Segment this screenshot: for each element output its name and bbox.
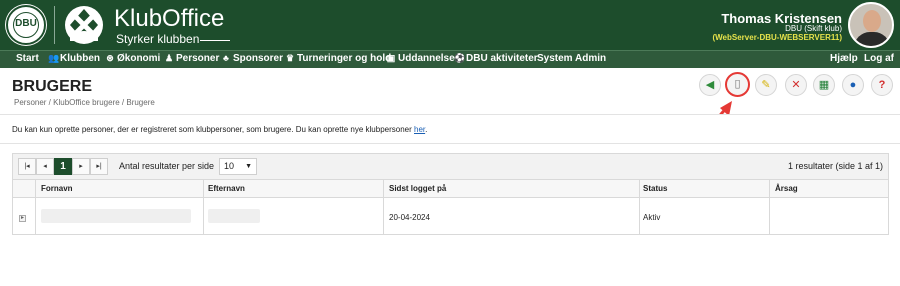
info-tail: . xyxy=(425,125,428,134)
nav-start[interactable]: Start xyxy=(16,53,39,64)
excel-export-button[interactable]: ▦ xyxy=(813,74,835,96)
new-user-button[interactable]: ▯ xyxy=(725,72,750,97)
brand-subtitle: Styrker klubben xyxy=(116,32,200,46)
edit-icon: ✎ xyxy=(761,79,771,91)
nav-label: Klubben xyxy=(60,53,100,64)
chevron-down-icon: ▼ xyxy=(245,163,252,170)
help-button[interactable]: ● xyxy=(842,74,864,96)
nav-logout[interactable]: Log af xyxy=(864,53,894,64)
nav-okonomi[interactable]: ⊛ Økonomi xyxy=(105,53,160,64)
seal-text: DBU xyxy=(15,18,37,29)
col-fornavn[interactable]: Fornavn xyxy=(41,184,73,193)
avatar-body xyxy=(854,32,890,46)
nav-sponsorer[interactable]: ♣ Sponsorer xyxy=(221,53,283,64)
info-link[interactable]: her xyxy=(414,125,425,134)
col-aarsag[interactable]: Årsag xyxy=(775,184,798,193)
delete-button[interactable]: ✕ xyxy=(785,74,807,96)
col-sidst-logget[interactable]: Sidst logget på xyxy=(389,184,446,193)
cell-status: Aktiv xyxy=(643,213,661,222)
breadcrumb[interactable]: Personer / KlubOffice brugere / Brugere xyxy=(14,98,155,107)
nav-uddannelse[interactable]: ▣ Uddannelse xyxy=(386,53,455,64)
first-page-button[interactable]: |◂ xyxy=(18,158,36,175)
ball-icon: ⚽ xyxy=(454,53,466,63)
nav-label: Økonomi xyxy=(117,53,161,64)
person-icon: ♟ xyxy=(164,53,174,63)
users-grid: |◂ ◂ 1 ▸ ▸| Antal resultater per side 10… xyxy=(12,153,889,235)
app-header: DBU KlubOffice Styrker klubben Thomas Kr… xyxy=(0,0,900,50)
nav-klubben[interactable]: 👥Klubben xyxy=(48,53,100,64)
trophy-icon: ♛ xyxy=(285,53,295,63)
nav-label: Start xyxy=(16,53,39,64)
nav-label: Personer xyxy=(176,53,220,64)
dbu-seal-logo[interactable]: DBU xyxy=(6,5,46,45)
current-page[interactable]: 1 xyxy=(54,158,72,175)
user-server: (WebServer-DBU-WEBSERVER11) xyxy=(712,33,842,42)
avatar-head xyxy=(863,10,881,32)
avatar[interactable] xyxy=(848,2,894,48)
per-page-value: 10 xyxy=(224,161,235,171)
new-document-icon: ▯ xyxy=(734,78,741,90)
brand-underline xyxy=(200,40,230,41)
last-page-button[interactable]: ▸| xyxy=(90,158,108,175)
nav-label: System Admin xyxy=(537,53,607,64)
results-count: 1 resultater (side 1 af 1) xyxy=(787,161,883,171)
info-box: Du kan kun oprette personer, der er regi… xyxy=(0,114,900,144)
back-icon: ◀ xyxy=(705,79,715,91)
page-title: BRUGERE xyxy=(12,78,93,95)
coins-icon: ⊛ xyxy=(106,53,114,63)
header-divider xyxy=(54,6,55,44)
table-header: Fornavn Efternavn Sidst logget på Status… xyxy=(13,180,888,198)
delete-icon: ✕ xyxy=(791,79,801,91)
people-icon: 👥 xyxy=(48,53,60,63)
monitor-icon: ▣ xyxy=(386,53,396,63)
col-status[interactable]: Status xyxy=(643,184,667,193)
excel-icon: ▦ xyxy=(818,79,830,91)
sponsor-icon: ♣ xyxy=(223,53,229,63)
nav-label: Sponsorer xyxy=(233,53,284,64)
brand-title: KlubOffice xyxy=(114,5,225,32)
edit-button[interactable]: ✎ xyxy=(755,74,777,96)
user-club-switch[interactable]: DBU (Skift klub) xyxy=(785,24,842,33)
per-page-label: Antal resultater per side xyxy=(119,161,215,171)
nav-turneringer[interactable]: ♛ Turneringer og hold xyxy=(285,53,391,64)
redacted-efternavn xyxy=(208,209,260,223)
nav-label: Uddannelse xyxy=(398,53,455,64)
nav-dbu-aktiviteter[interactable]: ⚽DBU aktiviteter xyxy=(454,53,538,64)
back-button[interactable]: ◀ xyxy=(699,74,721,96)
info-text: Du kan kun oprette personer, der er regi… xyxy=(12,125,427,134)
nav-label: DBU aktiviteter xyxy=(466,53,538,64)
question-button[interactable]: ? xyxy=(871,74,893,96)
expand-row-icon[interactable]: ▸ xyxy=(19,215,26,222)
per-page-select[interactable]: 10 ▼ xyxy=(219,158,257,175)
table-row[interactable]: ▸ 20-04-2024 Aktiv xyxy=(13,199,888,234)
main-nav: Start 👥Klubben ⊛ Økonomi ♟ Personer ♣ Spons… xyxy=(0,50,900,68)
klubffice-logo-icon[interactable] xyxy=(64,5,104,45)
help-circle-icon: ● xyxy=(849,79,857,91)
next-page-button[interactable]: ▸ xyxy=(72,158,90,175)
prev-page-button[interactable]: ◂ xyxy=(36,158,54,175)
grid-pager: |◂ ◂ 1 ▸ ▸| Antal resultater per side 10… xyxy=(13,154,888,180)
nav-system-admin[interactable]: System Admin xyxy=(537,53,606,64)
cell-sidst-logget: 20-04-2024 xyxy=(389,213,430,222)
info-message: Du kan kun oprette personer, der er regi… xyxy=(12,125,414,134)
question-icon: ? xyxy=(878,79,886,91)
col-efternavn[interactable]: Efternavn xyxy=(208,184,245,193)
nav-personer[interactable]: ♟ Personer xyxy=(164,53,219,64)
nav-help[interactable]: Hjælp xyxy=(830,53,858,64)
nav-label: Turneringer og hold xyxy=(297,53,392,64)
redacted-fornavn xyxy=(41,209,191,223)
